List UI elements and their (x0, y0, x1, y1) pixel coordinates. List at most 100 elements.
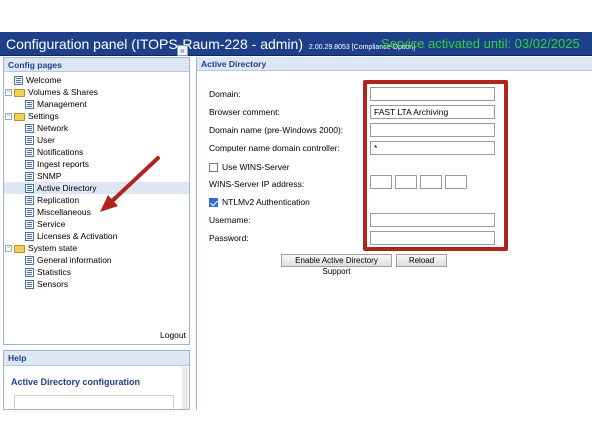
folder-icon (14, 88, 25, 97)
help-title: Active Directory configuration (11, 377, 141, 387)
sidebar-item-welcome[interactable]: Welcome (14, 74, 61, 86)
computer-name-dc-input[interactable]: * (370, 141, 495, 155)
wins-ip-label: WINS-Server IP address: (209, 179, 305, 189)
main-panel: Active Directory Domain: Browser comment… (196, 57, 592, 410)
sidebar-item-snmp[interactable]: SNMP (25, 170, 62, 182)
sidebar-item-label: Replication (37, 195, 80, 205)
sidebar-item-label: Settings (28, 111, 59, 121)
main-heading: Active Directory (197, 57, 592, 71)
checkbox-checked-icon[interactable] (209, 198, 218, 208)
sidebar-item-label: SNMP (37, 171, 62, 181)
page-icon (25, 124, 34, 134)
sidebar-item-user[interactable]: User (25, 134, 55, 146)
computer-name-dc-label: Computer name domain controller: (209, 143, 340, 153)
help-scrollbar[interactable] (182, 367, 188, 409)
use-wins-checkbox[interactable]: Use WINS-Server (209, 161, 290, 173)
config-pages-heading: Config pages (4, 58, 189, 72)
wins-ip-octet-3[interactable] (420, 175, 442, 189)
collapse-toggle-icon[interactable]: − (5, 245, 12, 253)
sidebar-item-label: General information (37, 255, 112, 265)
config-pages-heading-text: Config pages (8, 60, 62, 70)
page-icon (25, 148, 34, 158)
folder-icon (14, 112, 25, 121)
sidebar-item-label: Notifications (37, 147, 84, 157)
help-heading-text: Help (8, 353, 27, 363)
enable-active-directory-button[interactable]: Enable Active Directory Support (281, 254, 392, 276)
sidebar-item-settings[interactable]: − Settings (5, 110, 59, 122)
title-bar: Configuration panel (ITOPS-Raum-228 - ad… (0, 32, 592, 56)
sidebar-item-system-state[interactable]: − System state (5, 242, 77, 254)
sidebar-item-label: User (37, 135, 55, 145)
logout-link[interactable]: Logout (160, 330, 186, 340)
sidebar-item-replication[interactable]: Replication (25, 194, 79, 206)
page-icon (14, 76, 23, 86)
sidebar-item-label: Miscellaneous (37, 207, 91, 217)
sidebar-item-label: Ingest reports (37, 159, 89, 169)
domain-name-pre2000-label: Domain name (pre-Windows 2000): (209, 125, 344, 135)
username-input[interactable] (370, 213, 495, 227)
password-label: Password: (209, 233, 249, 243)
browser-comment-label: Browser comment: (209, 107, 280, 117)
page-icon (25, 184, 34, 194)
sidebar-item-label: Sensors (37, 279, 69, 289)
sidebar-item-label: Active Directory (37, 183, 97, 193)
username-label: Username: (209, 215, 251, 225)
page-icon (25, 172, 34, 182)
sidebar-item-active-directory[interactable]: Active Directory (4, 182, 189, 194)
sidebar-item-service[interactable]: Service (25, 218, 65, 230)
sidebar-item-label: Management (37, 99, 87, 109)
sidebar-item-ingest-reports[interactable]: Ingest reports (25, 158, 89, 170)
wins-ip-octet-4[interactable] (445, 175, 467, 189)
sidebar-item-label: Licenses & Activation (37, 231, 118, 241)
folder-icon (14, 244, 25, 253)
password-input[interactable] (370, 231, 495, 245)
collapse-toggle-icon[interactable]: − (5, 113, 12, 121)
checkbox-unchecked-icon[interactable] (209, 163, 218, 173)
page-icon (25, 136, 34, 146)
page-icon (25, 196, 34, 206)
service-status: Service activated until: 03/02/2025 (381, 36, 580, 51)
sidebar-item-licenses-activation[interactable]: Licenses & Activation (25, 230, 117, 242)
main-heading-text: Active Directory (201, 59, 267, 69)
sidebar-item-volumes-shares[interactable]: − Volumes & Shares (5, 86, 98, 98)
page-icon (25, 208, 34, 218)
sidebar-item-sensors[interactable]: Sensors (25, 278, 68, 290)
page-icon (25, 100, 34, 110)
help-heading: Help (4, 351, 189, 366)
sidebar-item-label: System state (28, 243, 78, 253)
app-title: Configuration panel (ITOPS-Raum-228 - ad… (6, 36, 415, 52)
help-panel: Help Active Directory configuration (3, 350, 190, 411)
page-icon (25, 220, 34, 230)
sidebar-item-management[interactable]: Management (25, 98, 87, 110)
page-icon (25, 232, 34, 242)
sidebar-item-notifications[interactable]: Notifications (25, 146, 83, 158)
collapse-icon[interactable]: « (177, 45, 188, 56)
page-icon (25, 268, 34, 278)
sidebar-item-network[interactable]: Network (25, 122, 68, 134)
ntlmv2-label: NTLMv2 Authentication (222, 197, 310, 207)
sidebar-item-general-information[interactable]: General information (25, 254, 112, 266)
sidebar-item-label: Volumes & Shares (28, 87, 98, 97)
sidebar-item-label: Network (37, 123, 69, 133)
domain-input[interactable] (370, 87, 495, 101)
domain-label: Domain: (209, 89, 241, 99)
sidebar-item-statistics[interactable]: Statistics (25, 266, 71, 278)
page-icon (25, 160, 34, 170)
sidebar-item-label: Welcome (26, 75, 62, 85)
page-icon (25, 256, 34, 266)
ntlmv2-checkbox[interactable]: NTLMv2 Authentication (209, 196, 310, 208)
sidebar-item-miscellaneous[interactable]: Miscellaneous (25, 206, 91, 218)
page-icon (25, 280, 34, 290)
config-pages-panel: Config pages « Welcome − Volumes & Shares… (3, 45, 190, 345)
app-title-text: Configuration panel (ITOPS-Raum-228 - ad… (6, 36, 303, 52)
use-wins-label: Use WINS-Server (222, 162, 290, 172)
wins-ip-octet-1[interactable] (370, 175, 392, 189)
browser-comment-input[interactable]: FAST LTA Archiving (370, 105, 495, 119)
sidebar-item-label: Service (37, 219, 66, 229)
domain-name-pre2000-input[interactable] (370, 123, 495, 137)
help-content (14, 395, 174, 411)
reload-button[interactable]: Reload (396, 254, 447, 267)
wins-ip-octet-2[interactable] (395, 175, 417, 189)
sidebar-item-label: Statistics (37, 267, 72, 277)
collapse-toggle-icon[interactable]: − (5, 89, 12, 97)
